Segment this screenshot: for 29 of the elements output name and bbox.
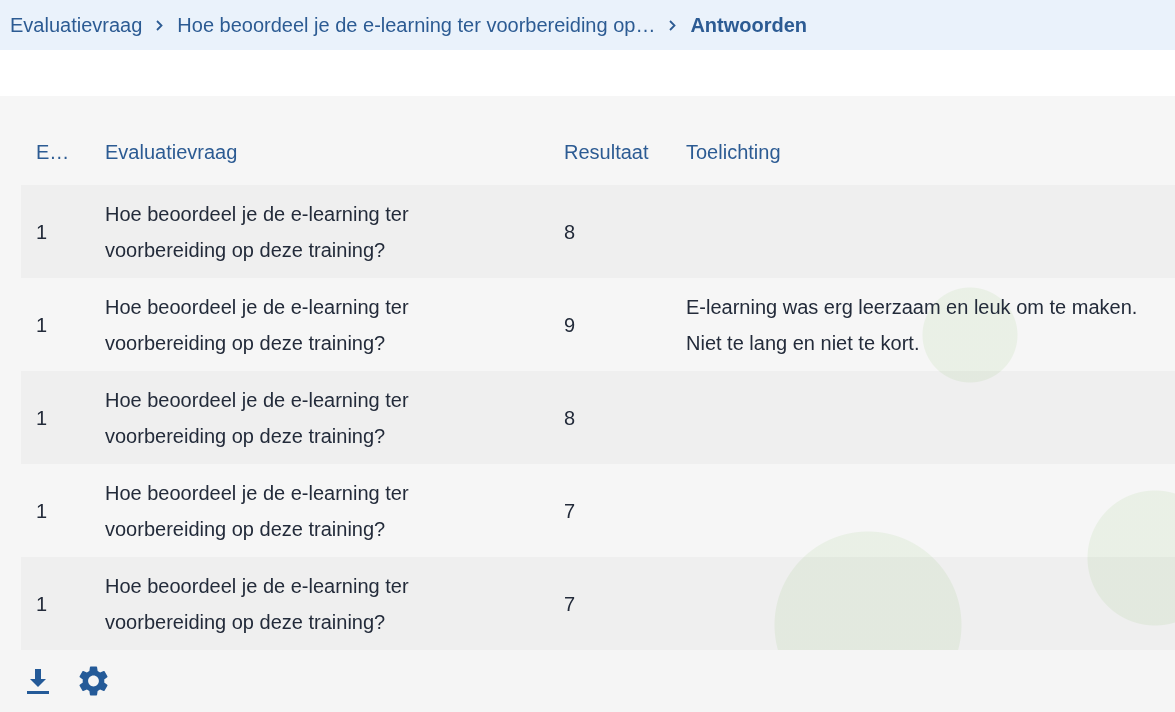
table-cell-text: 1 <box>36 312 48 338</box>
table-cell-text: 9 <box>564 312 576 338</box>
table-cell-text: 7 <box>564 591 576 617</box>
column-header[interactable]: Evaluatievraag <box>105 141 238 164</box>
table-cell-text: 8 <box>564 405 576 431</box>
table-cell-text: 8 <box>564 219 576 245</box>
table-cell-text: 1 <box>36 219 48 245</box>
table-cell-text: Hoe beoordeel je de e-learning ter voorbereiding op deze training? <box>105 480 410 542</box>
breadcrumb-link[interactable]: Hoe beoordeel je de e-learning ter voorbereiding op… <box>177 13 656 37</box>
table-cell-text: Hoe beoordeel je de e-learning ter voorbereiding op deze training? <box>105 201 410 263</box>
table-cell-text: 1 <box>36 405 48 431</box>
table-cell-text: 1 <box>36 498 48 524</box>
breadcrumb-link[interactable]: Evaluatievraag <box>10 13 143 37</box>
breadcrumb-link[interactable]: Antwoorden <box>690 13 808 37</box>
table-cell-text: Hoe beoordeel je de e-learning ter voorbereiding op deze training? <box>105 387 410 449</box>
settings-button[interactable] <box>79 666 108 696</box>
settings-icon <box>79 666 108 696</box>
column-header[interactable]: E… <box>36 141 70 164</box>
chevron-right-icon <box>669 19 677 31</box>
download-icon <box>27 668 49 694</box>
column-header[interactable]: Resultaat <box>564 141 649 164</box>
table-cell-text: Hoe beoordeel je de e-learning ter voorbereiding op deze training? <box>105 573 410 635</box>
table-cell-text: 1 <box>36 591 48 617</box>
download-button[interactable] <box>27 668 49 694</box>
column-header[interactable]: Toelichting <box>686 141 781 164</box>
chevron-right-icon <box>156 19 164 31</box>
table-cell-text: E-learning was erg leerzaam en leuk om te maken. Niet te lang en niet te kort. <box>686 294 1139 356</box>
table-cell-text: 7 <box>564 498 576 524</box>
table-cell-text: Hoe beoordeel je de e-learning ter voorbereiding op deze training? <box>105 294 410 356</box>
